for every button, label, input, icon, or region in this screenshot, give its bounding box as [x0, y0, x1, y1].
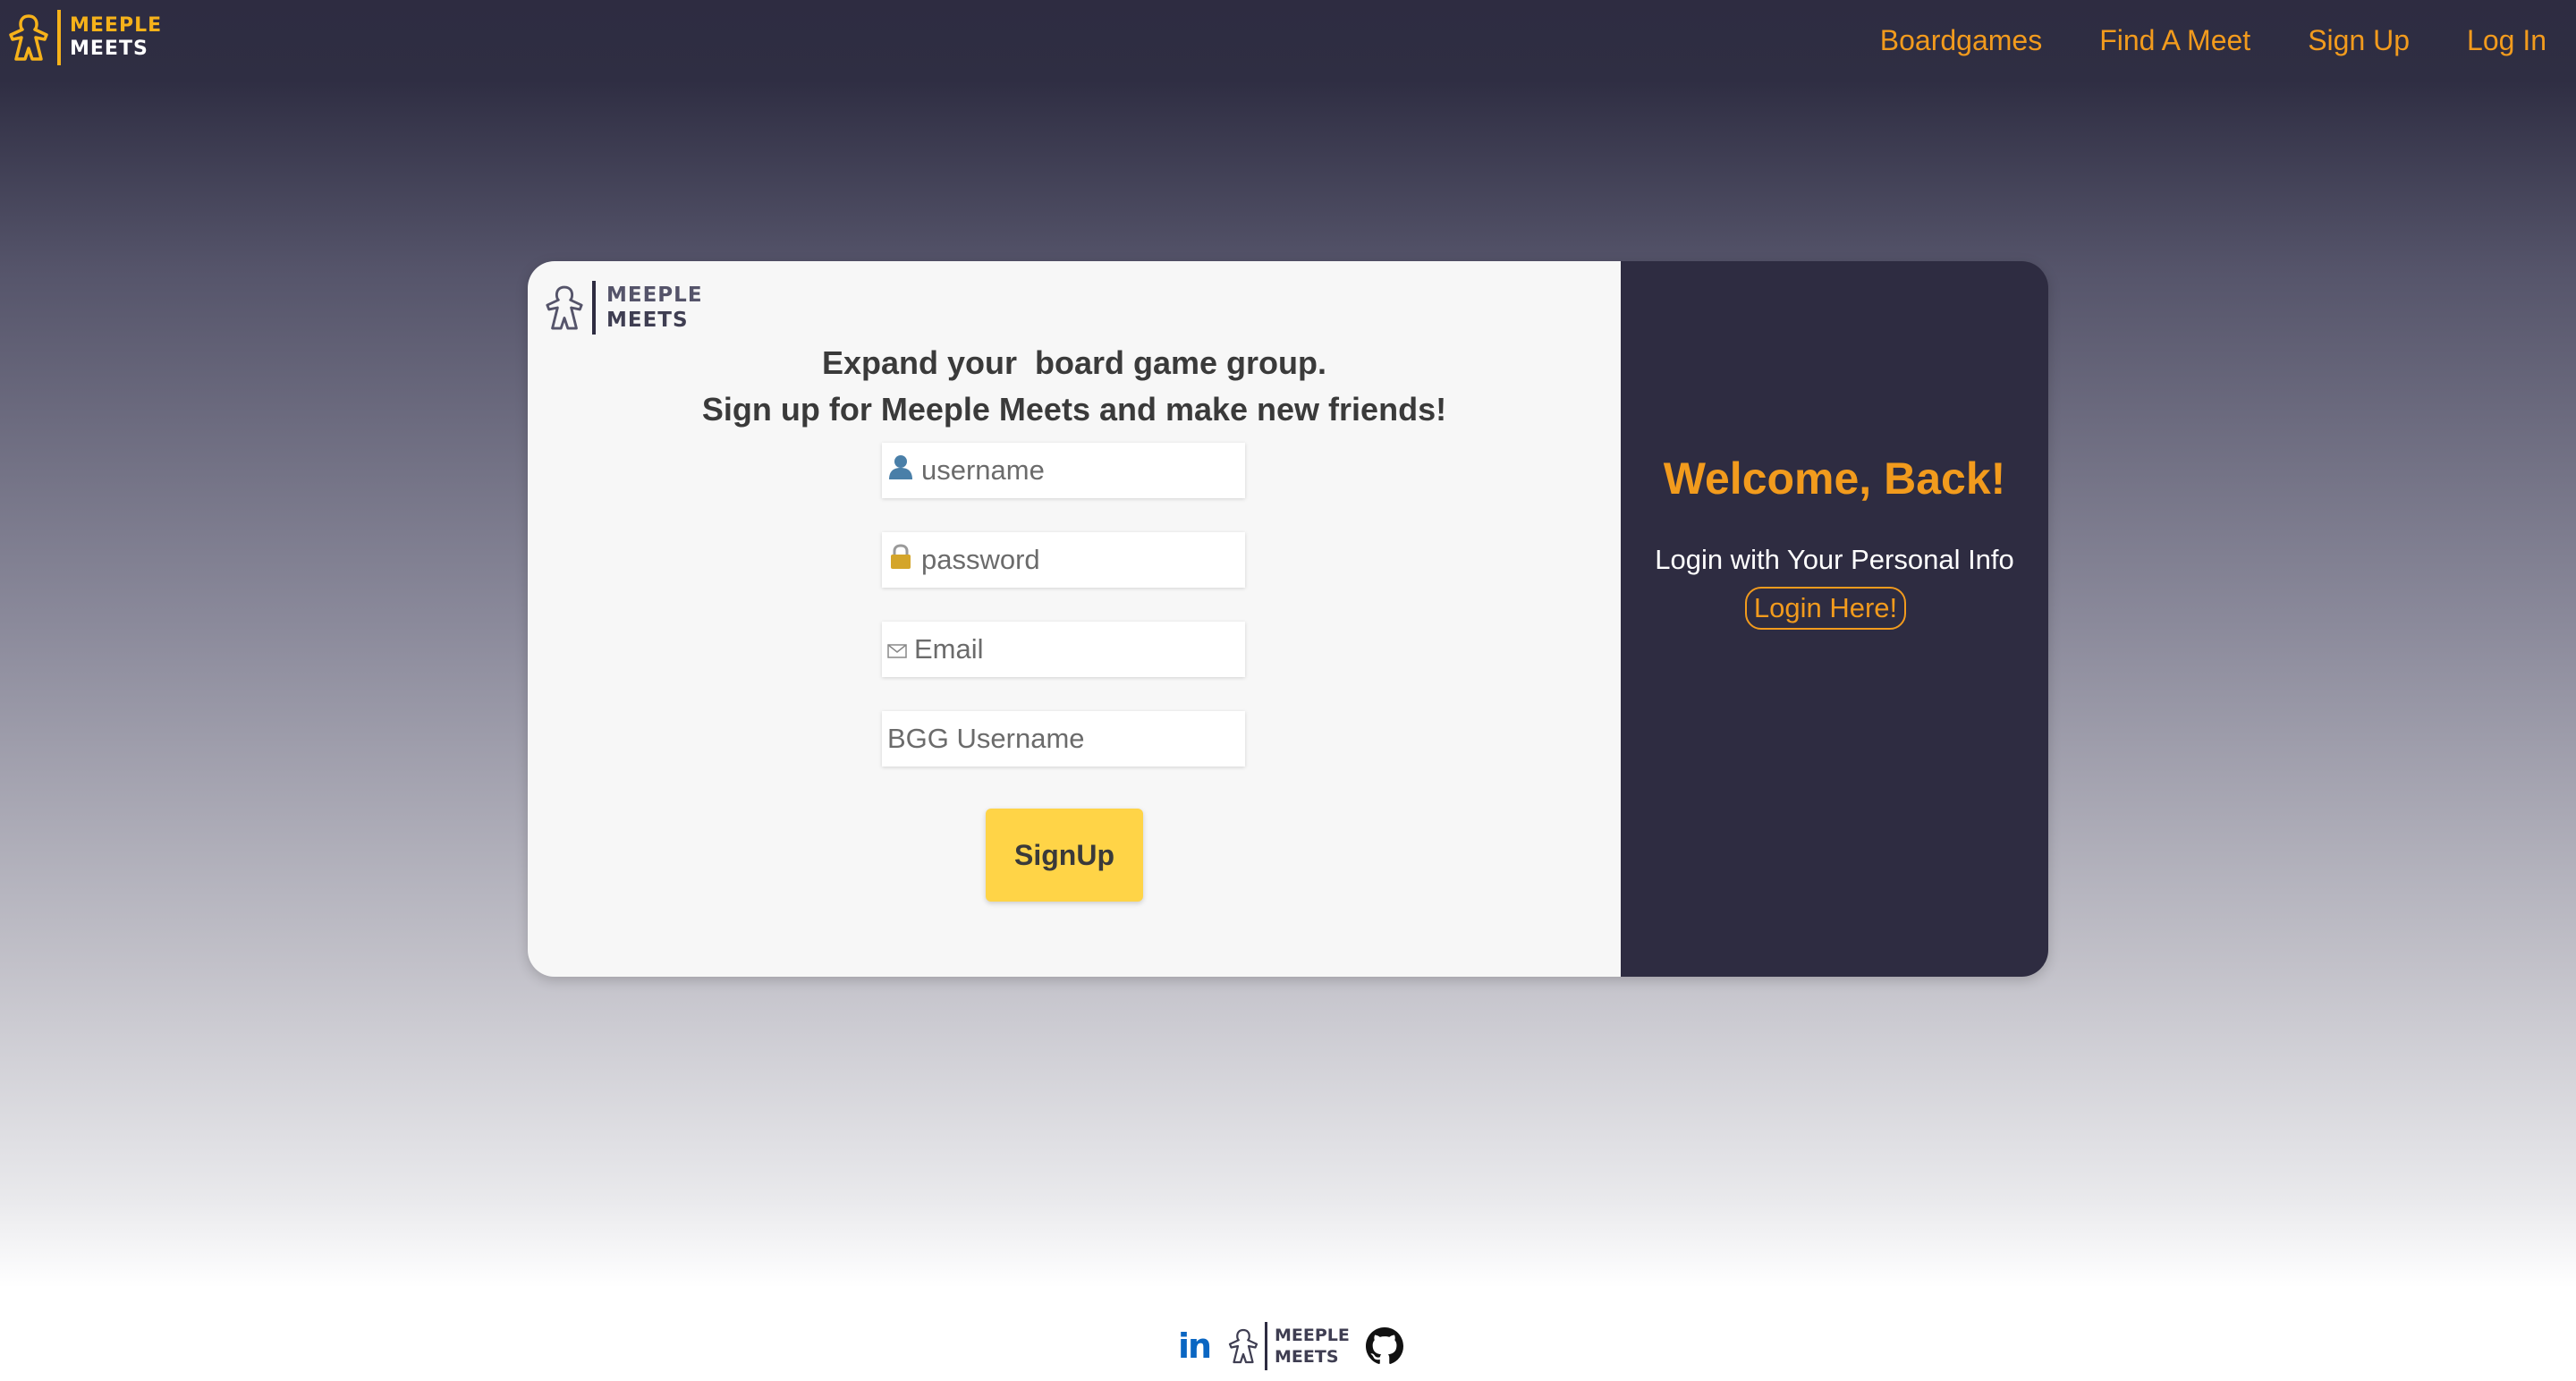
main-nav: Boardgames Find A Meet Sign Up Log In — [1880, 18, 2546, 63]
headline-line-1: Expand your board game group. — [821, 344, 1327, 381]
footer-logo-divider — [1265, 1322, 1267, 1370]
signup-panel: MEEPLE MEETS Expand your board game grou… — [528, 261, 1621, 977]
meeple-icon — [1228, 1328, 1258, 1364]
meeple-icon — [546, 285, 583, 330]
signup-headline: Expand your board game group. Sign up for… — [528, 340, 1621, 433]
card-logo-word-1: MEEPLE — [606, 284, 703, 307]
login-here-button[interactable]: Login Here! — [1745, 587, 1906, 630]
meeple-icon — [9, 14, 48, 61]
login-panel: Welcome, Back! Login with Your Personal … — [1621, 261, 2048, 977]
signup-button[interactable]: SignUp — [986, 809, 1143, 902]
brand-wordmark: MEEPLE MEETS — [70, 14, 162, 61]
envelope-icon — [887, 633, 907, 665]
password-placeholder: password — [921, 544, 1040, 575]
lock-icon — [887, 543, 914, 577]
card-logo-wordmark: MEEPLE MEETS — [606, 283, 703, 333]
brand-word-2: MEETS — [70, 38, 148, 60]
welcome-title: Welcome, Back! — [1663, 453, 2006, 504]
brand-word-1: MEEPLE — [70, 14, 163, 37]
linkedin-icon[interactable]: in — [1177, 1326, 1212, 1366]
card-logo-divider — [592, 281, 596, 335]
top-navbar: MEEPLE MEETS Boardgames Find A Meet Sign… — [0, 0, 2576, 80]
signup-card: MEEPLE MEETS Expand your board game grou… — [528, 261, 2048, 977]
footer-logo-word-2: MEETS — [1275, 1347, 1339, 1367]
username-field[interactable]: username — [882, 443, 1245, 498]
github-icon[interactable] — [1365, 1327, 1403, 1365]
nav-find-a-meet[interactable]: Find A Meet — [2099, 18, 2250, 63]
bgg-username-field[interactable]: BGG Username — [882, 711, 1245, 767]
login-subtitle: Login with Your Personal Info — [1655, 544, 2014, 575]
footer-logo[interactable]: MEEPLE MEETS — [1227, 1322, 1350, 1370]
nav-sign-up[interactable]: Sign Up — [2308, 18, 2410, 63]
linkedin-label: in — [1177, 1326, 1212, 1366]
nav-log-in[interactable]: Log In — [2467, 18, 2546, 63]
card-logo: MEEPLE MEETS — [544, 281, 703, 335]
footer-logo-word-1: MEEPLE — [1275, 1326, 1350, 1345]
username-placeholder: username — [921, 454, 1045, 486]
email-field[interactable]: Email — [882, 622, 1245, 677]
headline-line-2: Sign up for Meeple Meets and make new fr… — [701, 391, 1447, 428]
password-field[interactable]: password — [882, 532, 1245, 588]
nav-boardgames[interactable]: Boardgames — [1880, 18, 2042, 63]
footer-logo-wordmark: MEEPLE MEETS — [1275, 1325, 1350, 1368]
brand-divider — [57, 10, 61, 65]
card-logo-word-2: MEETS — [606, 309, 689, 332]
user-icon — [887, 453, 914, 487]
brand-logo[interactable]: MEEPLE MEETS — [7, 9, 162, 66]
email-placeholder: Email — [914, 633, 984, 665]
bgg-username-placeholder: BGG Username — [887, 723, 1085, 754]
footer: in MEEPLE MEETS — [1177, 1320, 1403, 1372]
